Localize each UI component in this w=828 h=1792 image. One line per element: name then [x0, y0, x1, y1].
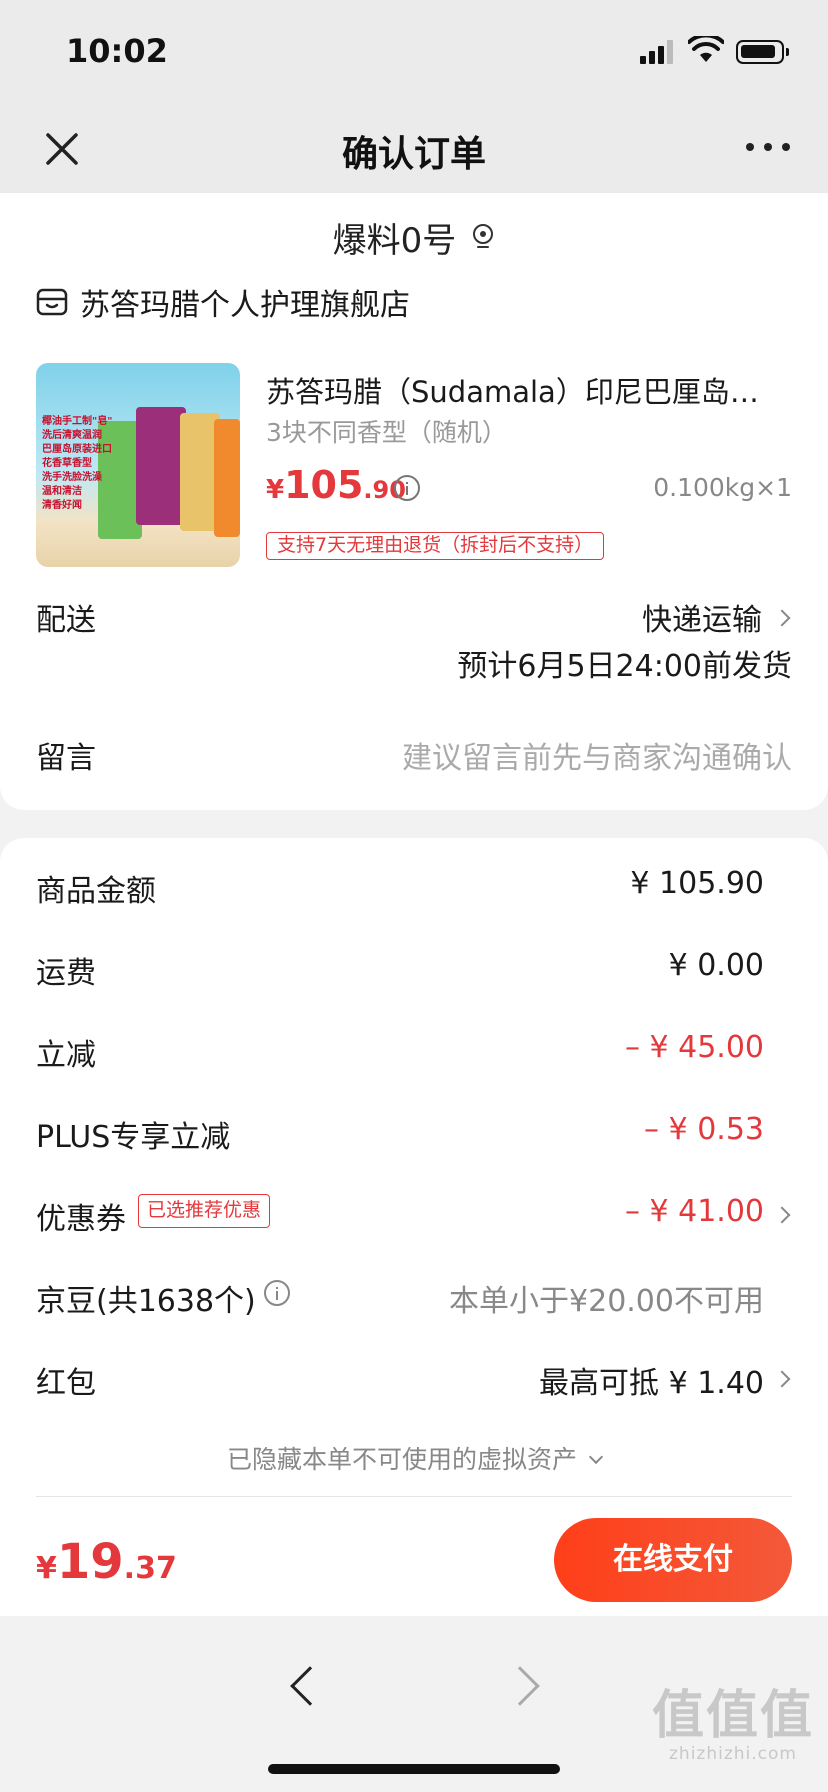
more-icon[interactable] [746, 143, 790, 155]
product-title[interactable]: 苏答玛腊（Sudamala）印尼巴厘岛… [266, 369, 786, 411]
product-image[interactable]: 椰油手工制"皂" 洗后清爽温润 巴厘岛原装进口 花香草香型 洗手洗脸洗澡 温和清… [36, 363, 240, 567]
location-pin-icon [473, 223, 494, 248]
jd-beans-info-icon[interactable] [264, 1280, 290, 1306]
instant-discount-label: 立减 [36, 1038, 96, 1073]
jd-beans-row: 京豆(共1638个) 本单小于¥20.00不可用 [36, 1266, 792, 1326]
back-icon[interactable] [290, 1666, 330, 1706]
red-packet-value: 最高可抵 ¥ 1.40 [539, 1366, 764, 1401]
goods-amount-value: ¥ 105.90 [630, 866, 764, 901]
return-policy-badge: 支持7天无理由退货（拆封后不支持） [266, 532, 605, 560]
order-item-card: 苏答玛腊个人护理旗舰店 椰油手工制"皂" 洗后清爽温润 巴厘岛原装进口 花香草香… [0, 273, 828, 810]
battery-icon [736, 40, 789, 64]
forward-icon[interactable] [500, 1666, 540, 1706]
red-packet-row[interactable]: 红包 最高可抵 ¥ 1.40 [36, 1348, 792, 1408]
price-breakdown-card: 商品金额 ¥ 105.90 运费 ¥ 0.00 立减 – ¥ 45.00 PLU… [0, 838, 828, 1498]
delivery-estimate: 预计6月5日24:00前发货 [457, 649, 792, 684]
product-weight-quantity: 0.100kg×1 [653, 473, 792, 502]
status-bar: 10:02 [0, 0, 828, 105]
checkout-bar: ¥19.37 在线支付 [0, 1498, 828, 1616]
goods-amount-label: 商品金额 [36, 874, 156, 909]
red-packet-label: 红包 [36, 1366, 96, 1401]
product-spec: 3块不同香型（随机） [266, 418, 507, 447]
plus-discount-label: PLUS专享立减 [36, 1120, 231, 1155]
shipping-fee-value: ¥ 0.00 [668, 948, 764, 983]
address-bar[interactable]: 爆料0号 [0, 193, 828, 273]
jd-beans-value: 本单小于¥20.00不可用 [449, 1284, 764, 1319]
delivery-method[interactable]: 快递运输 [642, 595, 762, 639]
coupon-recommended-badge: 已选推荐优惠 [138, 1194, 271, 1228]
browser-toolbar: 值值值 zhizhizhi.com [0, 1616, 828, 1792]
hidden-assets-text: 已隐藏本单不可使用的虚拟资产 [226, 1445, 577, 1474]
shipping-fee-label: 运费 [36, 956, 96, 991]
coupon-value: – ¥ 41.00 [624, 1194, 764, 1229]
wifi-icon [688, 36, 724, 62]
store-header[interactable]: 苏答玛腊个人护理旗舰店 [36, 277, 410, 327]
jd-beans-label: 京豆(共1638个) [36, 1284, 256, 1319]
note-label: 留言 [36, 741, 96, 776]
red-packet-chevron-icon[interactable] [773, 1370, 791, 1388]
chevron-down-icon [588, 1449, 604, 1465]
navigation-bar: 确认订单 [0, 105, 828, 193]
plus-discount-value: – ¥ 0.53 [644, 1112, 764, 1147]
coupon-chevron-icon[interactable] [773, 1206, 791, 1224]
coupon-row[interactable]: 优惠券 已选推荐优惠 – ¥ 41.00 [36, 1184, 792, 1244]
delivery-chevron-icon[interactable] [773, 609, 791, 627]
hidden-assets-toggle[interactable]: 已隐藏本单不可使用的虚拟资产 [0, 1440, 828, 1476]
product-price: ¥105.90 [266, 463, 406, 507]
divider [36, 1496, 792, 1497]
instant-discount-row: 立减 – ¥ 45.00 [36, 1020, 792, 1080]
delivery-label: 配送 [36, 603, 96, 638]
status-time: 10:02 [66, 32, 168, 70]
instant-discount-value: – ¥ 45.00 [624, 1030, 764, 1065]
page-title: 确认订单 [341, 134, 486, 175]
goods-amount-row: 商品金额 ¥ 105.90 [36, 856, 792, 916]
price-info-icon[interactable] [394, 475, 420, 501]
address-name: 爆料0号 [332, 221, 457, 261]
home-indicator[interactable] [268, 1764, 560, 1774]
pay-online-button[interactable]: 在线支付 [554, 1518, 792, 1602]
cellular-signal-icon [640, 40, 676, 64]
store-icon [36, 288, 68, 316]
product-image-caption: 椰油手工制"皂" 洗后清爽温润 巴厘岛原装进口 花香草香型 洗手洗脸洗澡 温和清… [42, 416, 113, 511]
note-input[interactable]: 建议留言前先与商家沟通确认 [402, 733, 792, 777]
plus-discount-row: PLUS专享立减 – ¥ 0.53 [36, 1102, 792, 1162]
watermark: 值值值 zhizhizhi.com [651, 1686, 814, 1764]
total-amount: ¥19.37 [36, 1534, 177, 1590]
coupon-label: 优惠券 [36, 1202, 126, 1237]
store-name: 苏答玛腊个人护理旗舰店 [80, 288, 410, 323]
shipping-fee-row: 运费 ¥ 0.00 [36, 938, 792, 998]
